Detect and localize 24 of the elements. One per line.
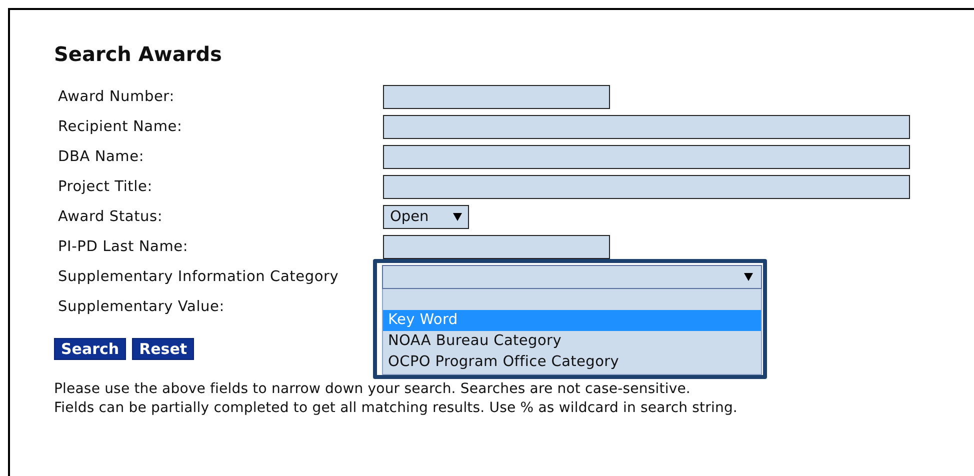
- dropdown-option[interactable]: OCPO Program Office Category: [383, 352, 761, 373]
- search-button[interactable]: Search: [54, 338, 126, 360]
- field-label: PI-PD Last Name:: [58, 238, 188, 257]
- caret-icon: [453, 213, 462, 221]
- text-field[interactable]: [383, 115, 910, 139]
- field-label: DBA Name:: [58, 148, 144, 167]
- status-dropdown[interactable]: Open: [383, 205, 469, 229]
- dropdown-option[interactable]: NOAA Bureau Category: [383, 331, 761, 352]
- text-field[interactable]: [383, 235, 610, 259]
- text-field[interactable]: [383, 145, 910, 169]
- field-label: Supplementary Value:: [58, 298, 224, 317]
- field-label: Project Title:: [58, 178, 152, 197]
- page-title: Search Awards: [54, 42, 222, 66]
- field-label: Award Status:: [58, 208, 163, 227]
- caret-icon: [744, 273, 753, 281]
- field-label: Award Number:: [58, 88, 174, 107]
- help-text: Fields can be partially completed to get all matching results. Use % as wildcard in search string.: [54, 399, 738, 418]
- field-label: Supplementary Information Category: [58, 268, 339, 287]
- text-field[interactable]: [383, 85, 610, 109]
- field-label: Recipient Name:: [58, 118, 182, 137]
- category-dropdown[interactable]: [382, 265, 762, 289]
- text-field[interactable]: [383, 175, 910, 199]
- help-text: Please use the above fields to narrow down your search. Searches are not case-sensitive.: [54, 380, 690, 399]
- reset-button[interactable]: Reset: [132, 338, 194, 360]
